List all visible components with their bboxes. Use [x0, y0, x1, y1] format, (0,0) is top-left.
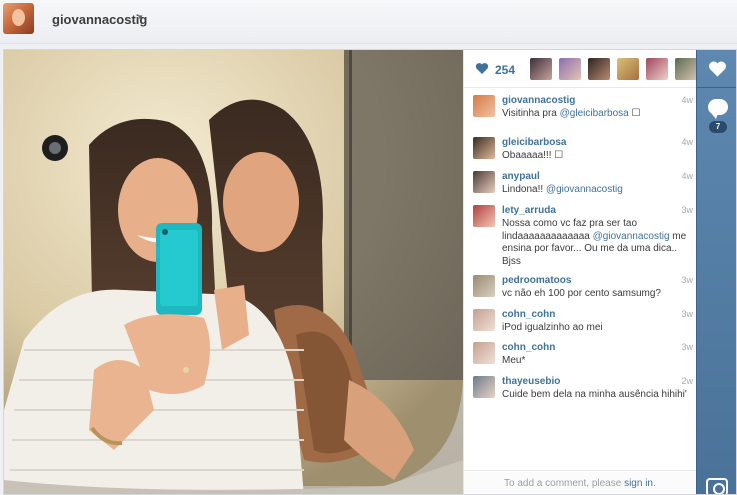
comment-body: Visitinha pra — [502, 108, 560, 119]
liker-avatar[interactable] — [588, 58, 610, 80]
comment-mention-link[interactable]: @gleicibarbosa — [560, 108, 629, 119]
comment-body: vc não eh 100 por cento samsumg? — [502, 288, 661, 299]
comment-username[interactable]: thayeusebio — [502, 376, 560, 387]
comment-text: vc não eh 100 por cento samsumg? — [502, 288, 694, 301]
comment-username[interactable]: lety_arruda — [502, 205, 556, 216]
avatar-face — [12, 9, 25, 26]
camera-icon[interactable] — [706, 478, 728, 494]
liker-avatar[interactable] — [530, 58, 552, 80]
profile-username[interactable]: giovannacostig — [52, 12, 147, 27]
add-comment-prompt: To add a comment, please sign in. — [464, 470, 697, 494]
comment-username[interactable]: cohn_cohn — [502, 309, 555, 320]
comment-timestamp: 4w — [681, 137, 693, 147]
comment-count-badge: 7 — [709, 121, 727, 133]
liker-avatar[interactable] — [559, 58, 581, 80]
comment-username[interactable]: cohn_cohn — [502, 342, 555, 353]
comment-avatar[interactable] — [473, 171, 495, 193]
comment-avatar[interactable] — [473, 205, 495, 227]
comment-avatar[interactable] — [473, 342, 495, 364]
comment-body: Cuide bem dela na minha ausência hihihi' — [502, 389, 687, 400]
chevron-down-icon[interactable]: ▾ — [138, 12, 143, 23]
comment-text: Nossa como vc faz pra ser tao lindaaaaaa… — [502, 218, 694, 268]
comment-username[interactable]: pedroomatoos — [502, 275, 571, 286]
comment-body: iPod igualzinho ao mei — [502, 322, 603, 333]
comment-text: Visitinha pra @gleicibarbosa ☐ — [502, 108, 694, 121]
comment-button[interactable]: 7 — [697, 89, 736, 137]
details-panel: 254 giovannacostig 4w Visitinha pra @gleic… — [463, 50, 697, 494]
comment-bubble-icon — [708, 99, 728, 119]
comment-avatar[interactable] — [473, 275, 495, 297]
comment-timestamp: 3w — [681, 309, 693, 319]
liker-avatar[interactable] — [646, 58, 668, 80]
comment-body: Obaaaaa!!! ☐ — [502, 150, 564, 161]
add-comment-suffix: . — [652, 478, 656, 489]
action-bar: 7 — [696, 50, 736, 494]
comment-text: Lindona!! @giovannacostig — [502, 184, 694, 197]
comment-text: Cuide bem dela na minha ausência hihihi' — [502, 389, 694, 402]
comment-timestamp: 3w — [681, 275, 693, 285]
comment-text: Obaaaaa!!! ☐ — [502, 150, 694, 163]
comment-text: Meu* — [502, 355, 694, 368]
comment-username[interactable]: gleicibarbosa — [502, 137, 566, 148]
comment-username[interactable]: anypaul — [502, 171, 540, 182]
comment-body: Meu* — [502, 355, 526, 366]
comment-mention-link[interactable]: @giovannacostig — [593, 231, 670, 242]
post-photo[interactable] — [4, 50, 463, 494]
comment-timestamp: 4w — [681, 95, 693, 105]
post-card: 254 giovannacostig 4w Visitinha pra @gleic… — [3, 49, 737, 495]
comment-username[interactable]: giovannacostig — [502, 95, 575, 106]
like-count[interactable]: 254 — [495, 63, 515, 77]
comment-mention-link[interactable]: @giovannacostig — [546, 184, 623, 195]
top-bar: giovannacostig ▾ — [0, 0, 737, 44]
profile-avatar[interactable] — [3, 3, 34, 34]
likes-row: 254 — [464, 50, 697, 88]
comment-timestamp: 3w — [681, 342, 693, 352]
comment-timestamp: 3w — [681, 205, 693, 215]
liker-avatar[interactable] — [617, 58, 639, 80]
heart-icon — [475, 63, 489, 74]
heart-icon — [709, 61, 726, 77]
liker-avatar[interactable] — [675, 58, 697, 80]
sign-in-link[interactable]: sign in — [624, 478, 653, 489]
comment-avatar[interactable] — [473, 376, 495, 398]
comment-timestamp: 4w — [681, 171, 693, 181]
comment-timestamp: 2w — [681, 376, 693, 386]
comment-text: iPod igualzinho ao mei — [502, 322, 694, 335]
add-comment-text: To add a comment, please — [504, 478, 622, 489]
comment-body: Lindona!! — [502, 184, 546, 195]
comment-body-continued: ☐ — [628, 108, 641, 119]
photo-illustration — [4, 50, 463, 494]
like-button[interactable] — [697, 50, 736, 88]
comment-avatar[interactable] — [473, 309, 495, 331]
comment-avatar[interactable] — [473, 95, 495, 117]
comment-avatar[interactable] — [473, 137, 495, 159]
